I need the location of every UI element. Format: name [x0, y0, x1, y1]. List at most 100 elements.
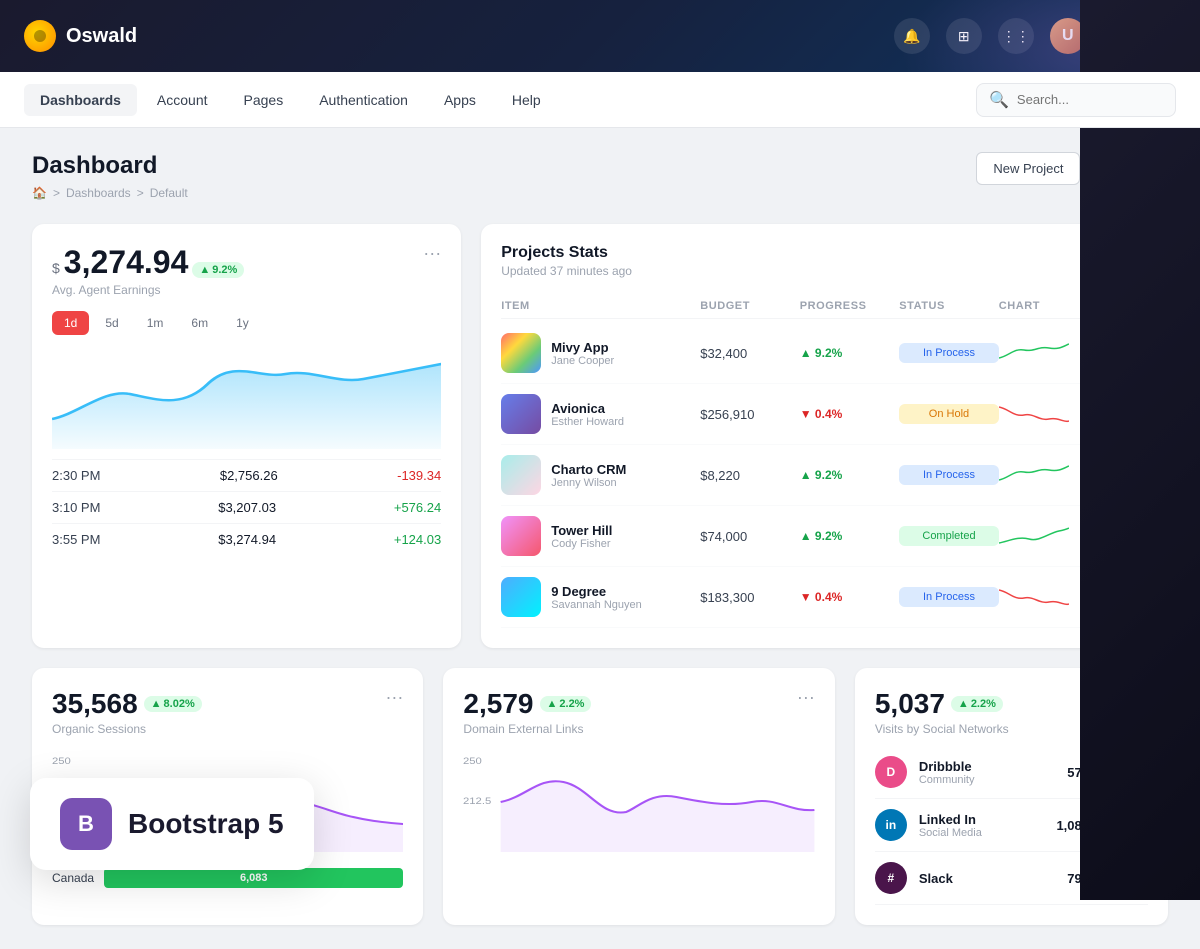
links-badge: ▲ 2.2% [540, 696, 592, 712]
project-name: 9 Degree [551, 584, 642, 599]
logo-area: Oswald [24, 20, 894, 52]
nav-bar: Dashboards Account Pages Authentication … [0, 72, 1200, 128]
project-owner: Jenny Wilson [551, 477, 626, 489]
time-label: 2:30 PM [52, 468, 100, 483]
time-tab-1d[interactable]: 1d [52, 311, 89, 335]
project-owner: Savannah Nguyen [551, 599, 642, 611]
change-label: +576.24 [394, 500, 441, 515]
table-row: Tower Hill Cody Fisher $74,000 ▲ 9.2% Co… [501, 506, 1148, 567]
social-amount-area: 5,037 ▲ 2.2% Visits by Social Networks [875, 688, 1009, 736]
view-button[interactable]: → [1098, 583, 1126, 611]
page-title-area: Dashboard 🏠 > Dashboards > Default [32, 152, 188, 200]
social-type: Social Media [919, 827, 982, 839]
project-item: 9 Degree Savannah Nguyen [501, 577, 700, 617]
projects-title-area: Projects Stats Updated 37 minutes ago [501, 244, 632, 278]
header-actions: 🔔 ⊞ ⋮⋮ U + Invite [894, 18, 1176, 54]
arrow-up-icon: ▲ [199, 264, 210, 276]
progress-badge: ▲ 9.2% [800, 346, 900, 360]
history-button[interactable]: History [1085, 244, 1148, 270]
status-badge: In Process [899, 343, 999, 363]
status-badge: Completed [899, 526, 999, 546]
earnings-label: Avg. Agent Earnings [52, 283, 244, 297]
time-tab-1y[interactable]: 1y [224, 311, 261, 335]
layout-icon-btn[interactable]: ⊞ [946, 18, 982, 54]
slack-icon: # [875, 862, 907, 894]
notifications-icon-btn[interactable]: 🔔 [894, 18, 930, 54]
breadcrumb-sep1: > [53, 186, 60, 200]
sessions-amount-area: 35,568 ▲ 8.02% Organic Sessions [52, 688, 202, 736]
social-name: Dribbble [919, 759, 975, 774]
budget: $74,000 [700, 529, 800, 544]
time-tab-1m[interactable]: 1m [135, 311, 176, 335]
canada-row: Canada 6,083 [52, 868, 403, 888]
app-name: Oswald [66, 25, 137, 48]
earnings-amount: $ 3,274.94 ▲ 9.2% [52, 244, 244, 281]
view-button[interactable]: → [1098, 522, 1126, 550]
project-icon-tower [501, 516, 541, 556]
nav-item-authentication[interactable]: Authentication [303, 84, 424, 116]
earnings-card: $ 3,274.94 ▲ 9.2% Avg. Agent Earnings ··… [32, 224, 461, 648]
more-options-button[interactable]: ··· [423, 244, 441, 262]
new-project-button[interactable]: New Project [976, 152, 1080, 185]
time-tab-5d[interactable]: 5d [93, 311, 130, 335]
project-info: Tower Hill Cody Fisher [551, 523, 612, 550]
invite-button[interactable]: + Invite [1102, 21, 1176, 52]
nav-item-dashboards[interactable]: Dashboards [24, 84, 137, 116]
nav-item-apps[interactable]: Apps [428, 84, 492, 116]
project-info: Avionica Esther Howard [551, 401, 624, 428]
time-label: 3:10 PM [52, 500, 100, 515]
social-name: Slack [919, 871, 953, 886]
earnings-amount-area: $ 3,274.94 ▲ 9.2% Avg. Agent Earnings [52, 244, 244, 297]
links-amount-area: 2,579 ▲ 2.2% Domain External Links [463, 688, 591, 736]
nav-item-pages[interactable]: Pages [228, 84, 300, 116]
breadcrumb-dashboards[interactable]: Dashboards [66, 186, 131, 200]
view-button[interactable]: → [1098, 339, 1126, 367]
time-tab-6m[interactable]: 6m [179, 311, 220, 335]
bootstrap-text: Bootstrap 5 [128, 808, 284, 840]
progress-badge: ▼ 0.4% [800, 590, 900, 604]
avatar[interactable]: U [1050, 18, 1086, 54]
earnings-badge-value: 9.2% [212, 264, 237, 276]
data-row: 3:55 PM $3,274.94 +124.03 [52, 523, 441, 555]
progress-badge: ▲ 9.2% [800, 529, 900, 543]
bootstrap-badge: B Bootstrap 5 [30, 778, 314, 870]
links-more-button[interactable]: ··· [797, 688, 815, 706]
svg-text:250: 250 [52, 757, 71, 767]
currency-sign: $ [52, 260, 60, 276]
status-badge: In Process [899, 587, 999, 607]
project-name: Mivy App [551, 340, 614, 355]
data-row: 2:30 PM $2,756.26 -139.34 [52, 459, 441, 491]
social-more-button[interactable]: ··· [1130, 688, 1148, 706]
table-row: Mivy App Jane Cooper $32,400 ▲ 9.2% In P… [501, 323, 1148, 384]
earnings-badge: ▲ 9.2% [192, 262, 244, 278]
links-badge-value: 2.2% [559, 698, 584, 710]
project-icon-mivy [501, 333, 541, 373]
project-owner: Esther Howard [551, 416, 624, 428]
search-input[interactable] [1017, 92, 1163, 107]
project-item: Avionica Esther Howard [501, 394, 700, 434]
home-icon: 🏠 [32, 186, 47, 200]
amount-value: 3,274.94 [64, 244, 189, 281]
nav-item-account[interactable]: Account [141, 84, 224, 116]
sessions-badge-value: 8.02% [164, 698, 195, 710]
share-icon-btn[interactable]: ⋮⋮ [998, 18, 1034, 54]
earnings-header: $ 3,274.94 ▲ 9.2% Avg. Agent Earnings ··… [52, 244, 441, 297]
budget: $183,300 [700, 590, 800, 605]
app-header: Oswald 🔔 ⊞ ⋮⋮ U + Invite [0, 0, 1200, 72]
social-name: Linked In [919, 812, 982, 827]
project-name: Tower Hill [551, 523, 612, 538]
sessions-more-button[interactable]: ··· [385, 688, 403, 706]
value-label: $3,207.03 [218, 500, 276, 515]
mini-chart [999, 460, 1099, 490]
view-button[interactable]: → [1098, 461, 1126, 489]
projects-title: Projects Stats [501, 244, 632, 262]
canada-value: 6,083 [240, 872, 268, 884]
nav-item-help[interactable]: Help [496, 84, 557, 116]
social-label: Visits by Social Networks [875, 722, 1009, 736]
links-label: Domain External Links [463, 722, 591, 736]
reports-button[interactable]: Reports [1090, 152, 1168, 185]
table-header: ITEM BUDGET PROGRESS STATUS CHART VIEW [501, 294, 1148, 319]
view-button[interactable]: → [1098, 400, 1126, 428]
value-label: $2,756.26 [220, 468, 278, 483]
project-item: Mivy App Jane Cooper [501, 333, 700, 373]
